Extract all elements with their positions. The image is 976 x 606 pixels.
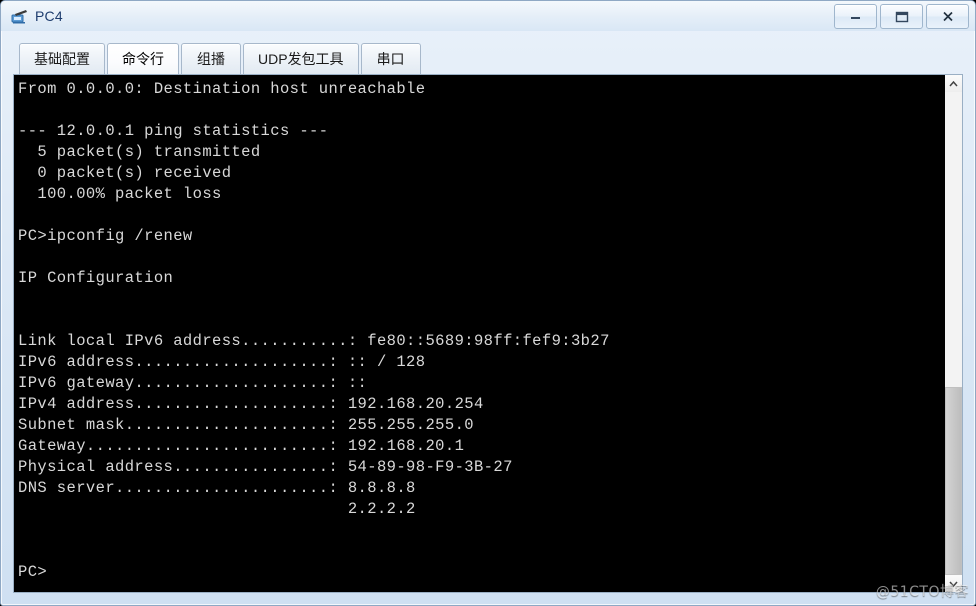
minimize-button[interactable] xyxy=(834,4,877,29)
tab-udp-tool[interactable]: UDP发包工具 xyxy=(243,43,359,74)
window-controls xyxy=(834,4,969,29)
tab-label: 基础配置 xyxy=(34,51,90,67)
terminal-scrollbar[interactable] xyxy=(944,75,962,592)
tab-basic-config[interactable]: 基础配置 xyxy=(19,43,105,74)
maximize-button[interactable] xyxy=(880,4,923,29)
tab-command-line[interactable]: 命令行 xyxy=(107,43,179,74)
terminal-panel: From 0.0.0.0: Destination host unreachab… xyxy=(13,74,963,593)
close-button[interactable] xyxy=(926,4,969,29)
tab-label: 组播 xyxy=(197,51,225,67)
maximize-icon xyxy=(895,11,908,22)
tab-bar: 基础配置 命令行 组播 UDP发包工具 串口 xyxy=(13,41,963,74)
chevron-up-icon xyxy=(949,80,958,86)
scrollbar-track[interactable] xyxy=(945,92,962,575)
pc-device-icon xyxy=(11,7,29,25)
minimize-icon xyxy=(851,17,860,19)
tab-label: 串口 xyxy=(376,51,405,67)
tab-serial-port[interactable]: 串口 xyxy=(360,43,421,74)
terminal-output[interactable]: From 0.0.0.0: Destination host unreachab… xyxy=(14,75,944,592)
window-title: PC4 xyxy=(35,8,63,24)
client-area: 基础配置 命令行 组播 UDP发包工具 串口 From 0.0.0.0: Des… xyxy=(1,31,975,605)
tab-label: 命令行 xyxy=(122,51,164,67)
tab-multicast[interactable]: 组播 xyxy=(181,43,241,74)
scrollbar-thumb[interactable] xyxy=(945,386,962,575)
pc4-window: PC4 基础配置 命令行 组播 UDP发包工具 串口 From 0.0.0.0:… xyxy=(0,0,976,606)
scroll-down-button[interactable] xyxy=(945,575,962,592)
title-bar: PC4 xyxy=(1,1,975,31)
tab-label: UDP发包工具 xyxy=(258,51,344,67)
scroll-up-button[interactable] xyxy=(945,75,962,92)
chevron-down-icon xyxy=(949,581,958,587)
close-icon xyxy=(942,11,953,22)
